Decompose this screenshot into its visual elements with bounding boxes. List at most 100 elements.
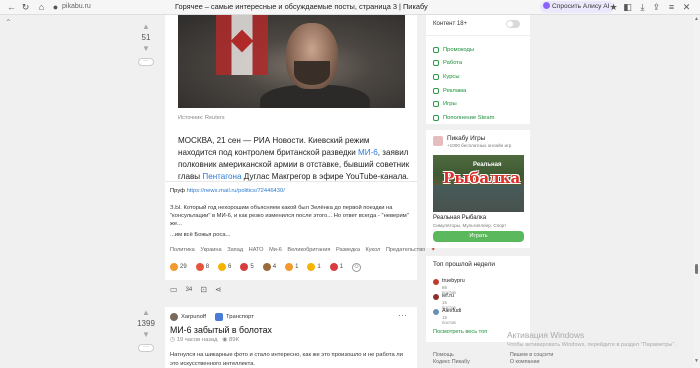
clock-icon: ◷ [170, 337, 176, 343]
save-icon[interactable]: ⊡ [200, 285, 207, 294]
scrollbar[interactable]: ▲ ▼ [693, 15, 700, 368]
footer-link[interactable]: О компании [510, 359, 554, 366]
tag-icon [433, 46, 439, 53]
mi6-link[interactable]: МИ-6 [358, 148, 378, 157]
tag[interactable]: Кукол [366, 247, 381, 253]
post2-views: 89К [229, 337, 239, 343]
game-banner-small: Реальная [473, 162, 502, 168]
close-icon[interactable]: ✕ [681, 2, 692, 13]
games-title[interactable]: Пикабу Игры [447, 135, 485, 142]
back-icon[interactable]: ← [6, 2, 17, 13]
scroll-up-icon[interactable]: ▲ [694, 16, 699, 22]
sidebar-item-games[interactable]: Игры [433, 97, 494, 111]
share-icon[interactable]: ⇪ [651, 2, 662, 13]
tag[interactable]: Великобритания [287, 247, 330, 253]
games-box: Пикабу Игры +1000 бесплатных онлайн игр … [426, 130, 530, 248]
comments-icon[interactable]: ▭ [170, 285, 178, 294]
footer-link[interactable]: Помощь [433, 352, 470, 359]
sidebar-menu-box: Контент 18+ Промокоды Работа Курсы Рекла… [426, 15, 530, 124]
reaction[interactable]: 1 [329, 263, 343, 271]
post1-photo[interactable] [178, 15, 405, 108]
article-text: МОСКВА, 21 сен — РИА Новости. Киевский р… [178, 136, 410, 181]
downvote-icon[interactable]: ▼ [136, 44, 156, 54]
games-subtitle: +1000 бесплатных онлайн игр [447, 143, 512, 148]
reaction[interactable]: 5 [240, 263, 254, 271]
footer-link[interactable]: Кодекс Пикабу [433, 359, 470, 366]
tag[interactable]: Политика [170, 247, 195, 253]
proof-link[interactable]: https://news.mail.ru/politics/72446430/ [187, 188, 285, 194]
reaction[interactable]: 1 [307, 263, 321, 271]
view-all-top-link[interactable]: Посмотреть весь топ [433, 329, 487, 335]
water-shape [433, 185, 524, 212]
gamepad-icon [433, 101, 439, 108]
page-title: Горячее – самые интересные и обсуждаемые… [175, 2, 428, 11]
add-reaction-icon[interactable]: ☺ [352, 262, 362, 272]
tag[interactable]: Разведка [336, 247, 360, 253]
menu-icon[interactable]: ≡ [666, 2, 677, 13]
reaction[interactable]: 1 [285, 263, 298, 271]
refresh-icon[interactable]: ↻ [20, 2, 31, 13]
reaction-emoji-icon [218, 263, 227, 271]
post2-meta: ◷ 19 часов назад ◉ 89К [170, 337, 239, 343]
proof-line: Пруф https://news.mail.ru/politics/72446… [170, 188, 285, 194]
pentagon-link[interactable]: Пентагона [202, 172, 241, 181]
pikabu-games-logo-icon [433, 136, 443, 146]
scroll-down-icon[interactable]: ▼ [694, 358, 699, 364]
reaction[interactable]: 6 [218, 263, 231, 271]
bookmark-icon[interactable]: ★ [608, 2, 619, 13]
community-name[interactable]: Транспорт [226, 314, 254, 320]
scrollbar-thumb[interactable] [695, 264, 698, 274]
home-icon[interactable]: ⌂ [36, 2, 47, 13]
extension-icon[interactable]: ◧ [622, 2, 633, 13]
address-url[interactable]: pikabu.ru [62, 3, 91, 10]
reaction[interactable]: 8 [195, 263, 209, 271]
site-lock-icon: ● [52, 2, 59, 12]
comments-count[interactable]: 34 [186, 287, 193, 293]
post2-card: Xarpunoff Транспорт ··· МИ-6 забытый в б… [165, 307, 417, 368]
alice-button[interactable]: Спросить Алису AI [540, 1, 614, 13]
post1-card: Источник: Reuters МОСКВА, 21 сен — РИА Н… [165, 15, 436, 280]
upvote-icon[interactable]: ▲ [136, 308, 156, 318]
game-banner[interactable]: Реальная Рыбалка [433, 155, 524, 212]
play-button[interactable]: Играть [433, 231, 524, 242]
author-name[interactable]: Xarpunoff [181, 314, 206, 320]
tag[interactable]: Запад [227, 247, 243, 253]
download-icon[interactable]: ⤓ [637, 2, 648, 13]
adult-content-toggle[interactable] [506, 20, 520, 28]
sidebar-item-promocodes[interactable]: Промокоды [433, 43, 494, 57]
tag[interactable]: НАТО [249, 247, 264, 253]
avatar[interactable] [170, 313, 178, 321]
sidebar-item-jobs[interactable]: Работа [433, 57, 494, 71]
reaction-emoji-icon [262, 263, 271, 271]
scroll-up-chevron-icon[interactable]: ⌃ [5, 18, 12, 27]
upvote-icon[interactable]: ▲ [136, 22, 156, 32]
footer-link[interactable]: Пишем в соцсети [510, 352, 554, 359]
windows-activation-watermark: Активация Windows Чтобы активировать Win… [507, 330, 676, 348]
reaction-emoji-icon [329, 263, 338, 271]
tag[interactable]: Украина [200, 247, 221, 253]
adult-content-label: Контент 18+ [433, 21, 468, 27]
avatar [433, 294, 439, 300]
briefcase-icon [433, 60, 439, 67]
share-icon[interactable]: ⋖ [215, 285, 222, 294]
tag[interactable]: Предательство [386, 247, 425, 253]
sidebar-item-ads[interactable]: Реклама [433, 84, 494, 98]
post2-rating: 1399 [137, 319, 155, 328]
post1-actions: ▭ 34 ⊡ ⋖ [170, 285, 222, 294]
alice-label: Спросить Алису AI [552, 3, 610, 10]
post2-title[interactable]: МИ-6 забытый в болотах [170, 325, 272, 335]
avatar [433, 309, 439, 315]
post-options-icon[interactable]: ··· [398, 310, 407, 320]
post1-more-button[interactable]: ··· [138, 58, 154, 66]
downvote-icon[interactable]: ▼ [136, 330, 156, 340]
reaction[interactable]: 29 [170, 263, 187, 271]
reaction-emoji-icon [307, 263, 316, 271]
sidebar-item-steam[interactable]: Пополнение Steam [433, 111, 494, 125]
sidebar-item-courses[interactable]: Курсы [433, 70, 494, 84]
post1-vote: ▲ 51 ▼ ··· [136, 22, 156, 66]
reaction[interactable]: 4 [262, 263, 276, 271]
post2-more-button[interactable]: ··· [138, 344, 154, 352]
game-name[interactable]: Реальная Рыбалка [433, 215, 486, 221]
tag[interactable]: Ми-6 [269, 247, 282, 253]
reaction-emoji-icon [195, 263, 204, 271]
